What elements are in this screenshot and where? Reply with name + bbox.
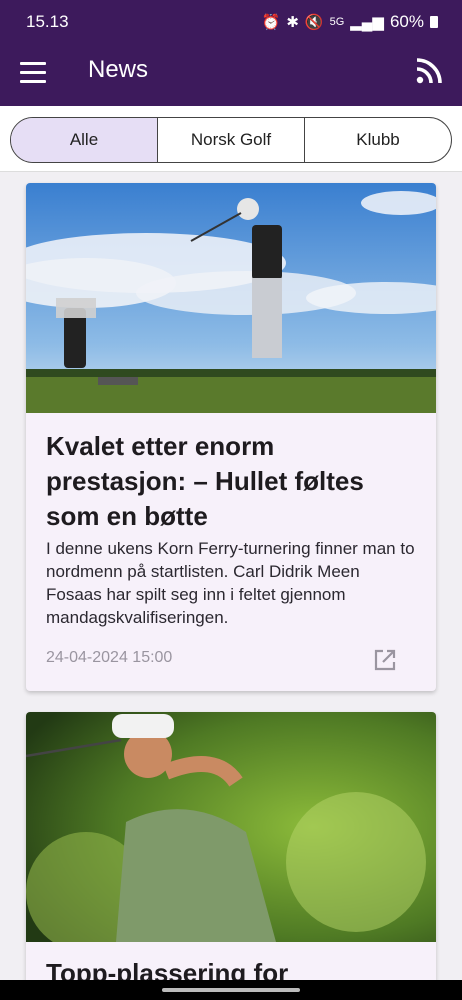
network-type-label: 5G bbox=[329, 16, 345, 28]
tab-klubb[interactable]: Klubb bbox=[305, 118, 451, 162]
rss-feed-icon[interactable] bbox=[416, 58, 442, 84]
bluetooth-icon: ✱ bbox=[286, 14, 299, 31]
status-time: 15.13 bbox=[26, 12, 69, 31]
page-title: News bbox=[88, 56, 149, 83]
battery-icon bbox=[430, 16, 438, 28]
article-date: 24-04-2024 15:00 bbox=[46, 649, 173, 666]
news-card[interactable]: Kvalet etter enorm prestasjon: – Hullet … bbox=[26, 183, 436, 691]
status-icons: ⏰ ✱ 🔇 5G ▂▄▆ 60% bbox=[262, 12, 438, 32]
segmented-control: Alle Norsk Golf Klubb bbox=[10, 117, 452, 163]
menu-icon[interactable] bbox=[20, 62, 46, 84]
mute-icon: 🔇 bbox=[304, 14, 324, 31]
article-image bbox=[26, 183, 436, 413]
battery-percent: 60% bbox=[389, 12, 424, 31]
open-external-icon[interactable] bbox=[374, 649, 396, 671]
status-bar: 15.13 ⏰ ✱ 🔇 5G ▂▄▆ 60% bbox=[0, 0, 462, 42]
system-nav-bar bbox=[0, 980, 462, 1000]
filter-tab-bar: Alle Norsk Golf Klubb bbox=[0, 106, 462, 172]
home-gesture-pill[interactable] bbox=[162, 988, 300, 992]
article-image bbox=[26, 712, 436, 942]
tab-norsk-golf[interactable]: Norsk Golf bbox=[158, 118, 305, 162]
signal-icon: ▂▄▆ bbox=[350, 14, 384, 31]
article-summary: I denne ukens Korn Ferry-turnering finne… bbox=[46, 539, 415, 627]
news-card[interactable]: Topp-plassering for bbox=[26, 712, 436, 1000]
alarm-icon: ⏰ bbox=[261, 14, 281, 31]
article-title: Kvalet etter enorm prestasjon: – Hullet … bbox=[46, 431, 364, 531]
tab-alle[interactable]: Alle bbox=[11, 118, 158, 162]
app-bar: News bbox=[0, 42, 462, 106]
